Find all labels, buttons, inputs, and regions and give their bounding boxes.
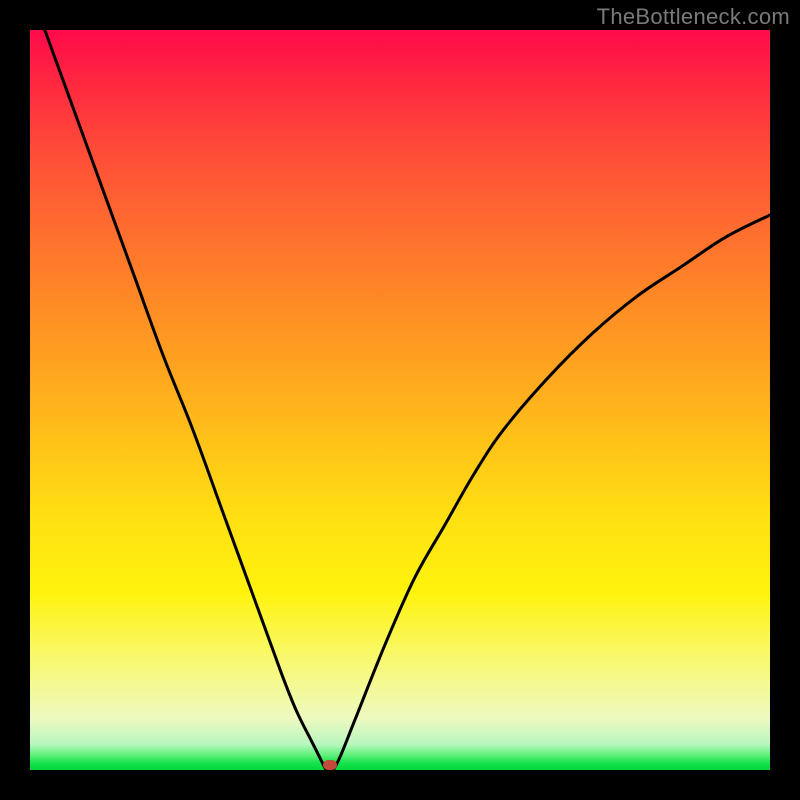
curve-right-branch bbox=[333, 215, 770, 770]
plot-area bbox=[30, 30, 770, 770]
bottleneck-marker bbox=[323, 760, 337, 770]
bottleneck-curve bbox=[30, 30, 770, 770]
curve-left-branch bbox=[45, 30, 326, 770]
watermark-text: TheBottleneck.com bbox=[597, 4, 790, 30]
chart-frame: TheBottleneck.com bbox=[0, 0, 800, 800]
